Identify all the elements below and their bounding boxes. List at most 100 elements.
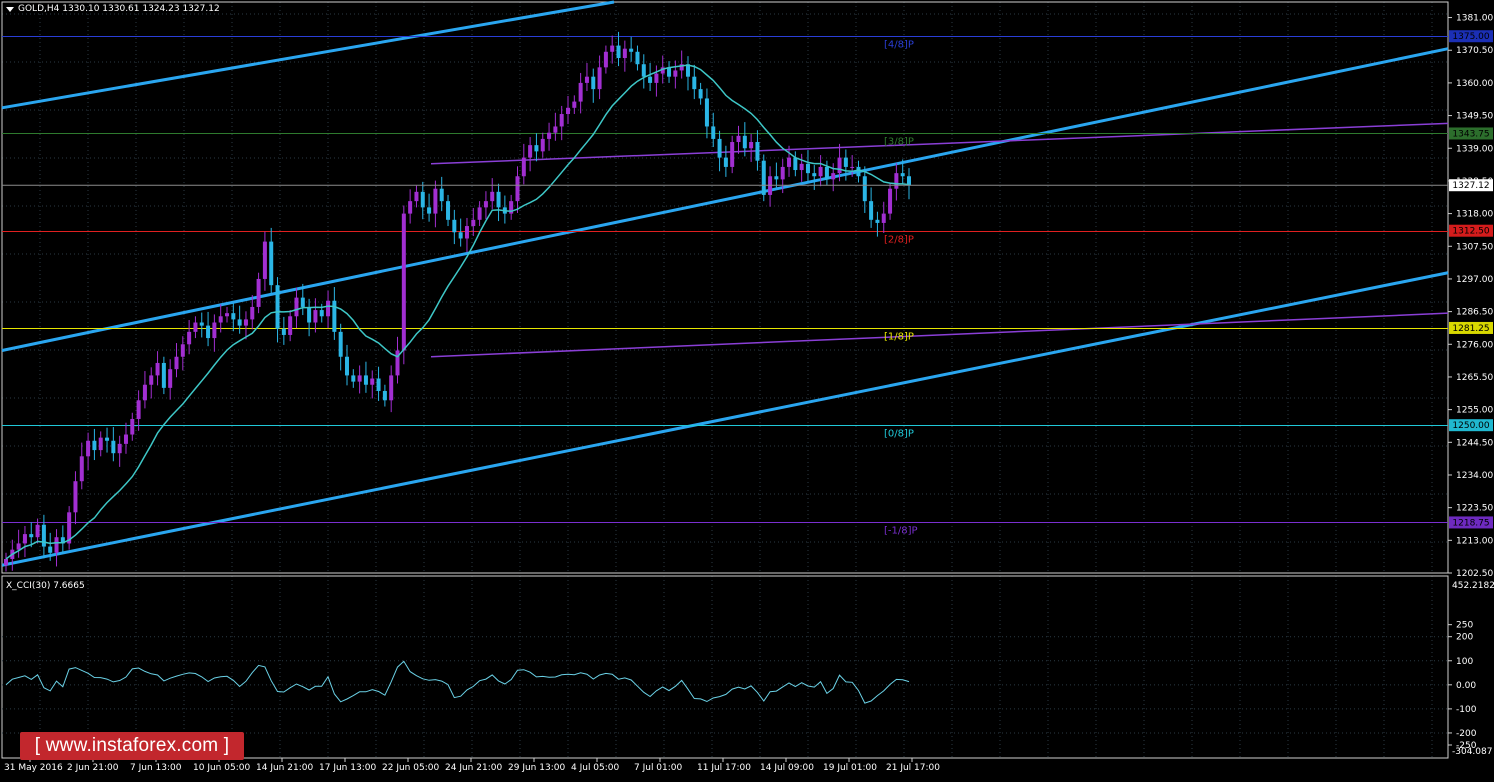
candle-body [262, 241, 267, 279]
candle-body [477, 207, 482, 220]
murrey-level-label: [-1/8]P [884, 526, 918, 537]
candle-body [193, 322, 198, 332]
price-tick-label: 1276.00 [1456, 340, 1493, 350]
candle-body [483, 201, 488, 208]
candle-body [490, 191, 495, 202]
time-axis: 31 May 2016 2 Jun 21:00 7 Jun 13:00 10 Jun … [4, 758, 940, 773]
candle-body [496, 191, 501, 208]
candle-body [105, 437, 110, 441]
price-tick-label: 1286.50 [1456, 308, 1493, 318]
candle-body [427, 207, 432, 214]
candle-body [149, 375, 154, 385]
price-tick-label: 1339.00 [1456, 144, 1493, 154]
cci-tick-label: -200 [1456, 729, 1477, 739]
candle-body [862, 176, 867, 202]
candle-body [730, 142, 735, 167]
murrey-level-label: [2/8]P [884, 235, 914, 246]
purple-trend-lower [430, 312, 1449, 358]
candle-body [370, 378, 375, 385]
price-tick-label: 1381.00 [1456, 14, 1493, 24]
candle-body [458, 232, 463, 239]
time-label: 11 Jul 17:00 [697, 763, 751, 773]
candle-body [875, 219, 880, 223]
candle-body [584, 76, 589, 83]
time-label: 17 Jun 13:00 [319, 763, 376, 773]
candle-body [123, 434, 128, 444]
chart-canvas[interactable]: [4/8]P [3/8]P [2/8]P [1/8]P [0/8]P [-1/8]P 13… [0, 0, 1494, 778]
price-axis: 1381.001370.501360.001349.501339.001328.… [2, 14, 1493, 579]
candle-body [98, 437, 103, 451]
candle-body [843, 157, 848, 167]
candle-body [136, 400, 141, 419]
candle-body [881, 213, 886, 223]
candle-body [332, 300, 337, 332]
price-chart[interactable]: [4/8]P [3/8]P [2/8]P [1/8]P [0/8]P [-1/8]P 13… [0, 0, 1494, 778]
cci-tick-label: 200 [1456, 633, 1473, 643]
candle-body [698, 89, 703, 99]
candle-body [515, 176, 520, 202]
candle-body [117, 443, 122, 454]
cci-indicator: 452.2182-304.0872502001000.00-100-200-25… [2, 581, 1494, 757]
candle-body [692, 76, 697, 90]
time-label: 10 Jun 05:00 [193, 763, 250, 773]
cci-max-label: 452.2182 [1452, 581, 1494, 591]
ma-line [5, 64, 910, 560]
candle-body [673, 70, 678, 77]
candle-body [780, 166, 785, 180]
candle-body [761, 160, 766, 195]
price-tick-label: 1265.50 [1456, 373, 1493, 383]
cci-frame [1, 575, 1449, 759]
candle-body [547, 132, 552, 139]
cci-tick-label: -100 [1456, 705, 1477, 715]
cci-tick-label: 100 [1456, 657, 1473, 667]
candle-body [793, 157, 798, 171]
current-price-label: 1327.12 [1452, 181, 1489, 191]
candle-body [824, 166, 829, 180]
candle-body [559, 114, 564, 127]
candle-body [187, 331, 192, 345]
cci-title: X_CCI(30) 7.6665 [6, 581, 85, 591]
candle-body [894, 173, 899, 189]
triangle-down-icon[interactable] [6, 6, 14, 12]
candle-body [597, 67, 602, 90]
candle-body [168, 369, 173, 388]
symbol-header: GOLD,H4 1330.10 1330.61 1324.23 1327.12 [6, 4, 220, 14]
murrey-levels: [4/8]P [3/8]P [2/8]P [1/8]P [0/8]P [-1/8]P [2, 36, 1448, 537]
time-label: 7 Jun 13:00 [130, 763, 182, 773]
candle-body [16, 543, 21, 550]
candle-body [4, 558, 8, 566]
candle-body [616, 45, 621, 59]
candle-body [180, 344, 185, 357]
trend-channel [1, 0, 1449, 567]
candle-body [231, 313, 236, 320]
price-tick-label: 1360.00 [1456, 79, 1493, 89]
candle-body [452, 219, 457, 233]
candle-body [888, 188, 893, 214]
candle-body [281, 328, 286, 335]
candle-body [787, 157, 792, 167]
candle-body [92, 440, 97, 451]
candle-body [856, 166, 861, 177]
channel-upper-line [1, 0, 615, 110]
time-label: 24 Jun 21:00 [445, 763, 502, 773]
candle-body [294, 297, 299, 317]
candle-body [22, 534, 27, 544]
candle-body [29, 534, 34, 538]
candle-body [79, 456, 84, 482]
candle-body [300, 297, 305, 307]
time-label: 14 Jul 09:00 [760, 763, 814, 773]
candle-body [73, 481, 78, 513]
purple-trend-upper [430, 122, 1449, 165]
candle-body [174, 356, 179, 370]
candle-body [212, 322, 217, 339]
price-tick-label: 1318.00 [1456, 210, 1493, 220]
candle-body [704, 98, 709, 127]
time-label: 31 May 2016 [4, 763, 63, 773]
candle-body [654, 73, 659, 83]
candle-body [521, 157, 526, 177]
price-tick-label: 1297.00 [1456, 275, 1493, 285]
cci-tick-label: -250 [1456, 741, 1477, 751]
candle-body [161, 362, 166, 388]
time-label: 22 Jun 05:00 [382, 763, 439, 773]
candle-body [572, 101, 577, 108]
